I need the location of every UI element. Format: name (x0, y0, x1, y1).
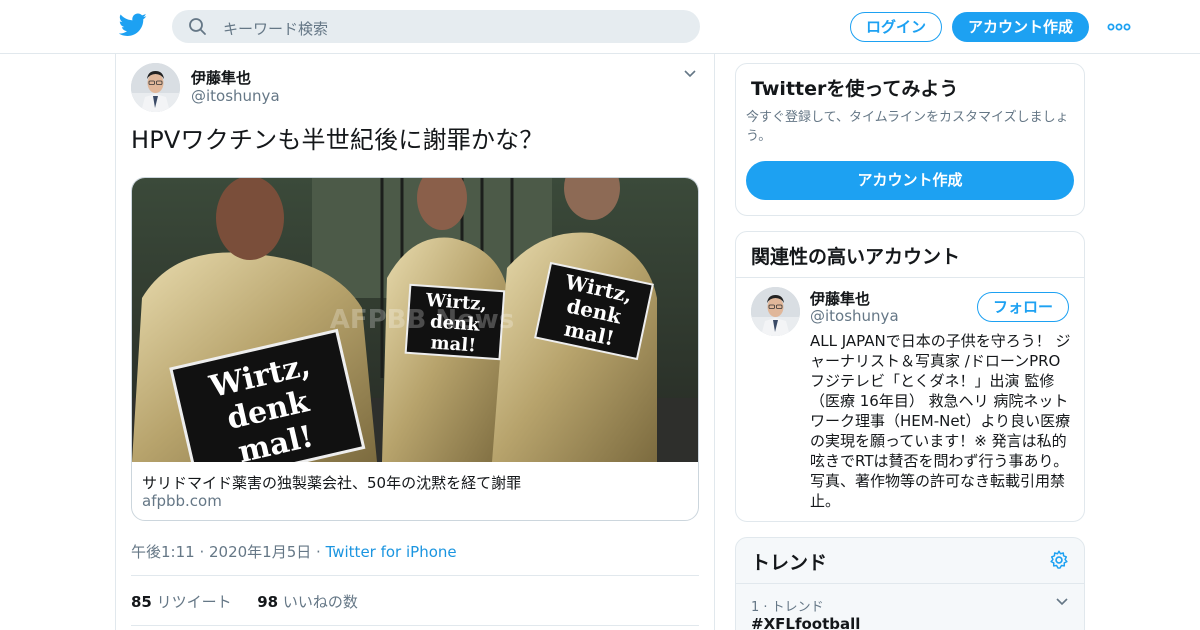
avatar-image (751, 287, 800, 336)
twitter-bird-icon[interactable] (119, 13, 147, 37)
avatar[interactable] (751, 287, 800, 336)
svg-text:AFPBB News: AFPBB News (330, 305, 515, 335)
login-button[interactable]: ログイン (850, 12, 942, 42)
account-bio: ALL JAPANで日本の子供を守ろう！ ジャーナリスト＆写真家 /ドローンPR… (810, 332, 1071, 510)
tweet-author-handle[interactable]: @itoshunya (191, 87, 280, 105)
likes-count[interactable]: 98 (257, 593, 278, 611)
related-title: 関連性の高いアカウント (751, 246, 961, 268)
avatar-image (131, 63, 180, 112)
chevron-down-icon[interactable] (682, 68, 698, 80)
more-dots-icon[interactable] (1106, 18, 1132, 36)
tweet-column: 伊藤隼也 @itoshunya HPVワクチンも半世紀後に謝罪かな？ Wirtz… (115, 54, 715, 630)
retweets-count[interactable]: 85 (131, 593, 152, 611)
tweet-source-link[interactable]: Twitter for iPhone (326, 543, 457, 561)
tweet-metadata: 午後1:11 · 2020年1月5日 · Twitter for iPhone (131, 541, 457, 562)
trends-title: トレンド (751, 552, 828, 574)
signup-promo-panel: Twitterを使ってみよう 今すぐ登録して、タイムラインをカスタマイズしましょ… (735, 63, 1085, 216)
create-account-button[interactable]: アカウント作成 (746, 161, 1074, 200)
svg-text:mal!: mal! (430, 332, 477, 356)
follow-button[interactable]: フォロー (977, 292, 1069, 322)
meta-separator: · (311, 543, 326, 561)
divider (736, 277, 1084, 278)
divider (131, 575, 699, 576)
trend-rank: 1 · トレンド (751, 600, 824, 615)
trends-panel: トレンド 1 · トレンド #XFLfootball (735, 537, 1085, 630)
card-domain: afpbb.com (142, 492, 222, 510)
search-icon (189, 18, 206, 35)
likes-label[interactable]: いいねの数 (283, 593, 358, 611)
search-bar[interactable]: キーワード検索 (172, 10, 700, 43)
account-name[interactable]: 伊藤隼也 (810, 288, 870, 309)
promo-subtitle: 今すぐ登録して、タイムラインをカスタマイズしましょう。 (746, 110, 1069, 144)
card-title[interactable]: サリドマイド薬害の独製薬会社、50年の沈黙を経て謝罪 (142, 472, 521, 493)
signup-button[interactable]: アカウント作成 (952, 12, 1089, 42)
divider (131, 625, 699, 626)
divider (736, 583, 1084, 584)
avatar[interactable] (131, 63, 180, 112)
tweet-timestamp[interactable]: 午後1:11 · 2020年1月5日 (131, 543, 311, 561)
top-navigation-bar: キーワード検索 ログイン アカウント作成 (0, 0, 1200, 54)
link-card[interactable]: Wirtz, denk mal! Wirtz, denk mal! Wirtz,… (131, 177, 699, 521)
chevron-down-icon[interactable] (1054, 596, 1070, 608)
search-input[interactable]: キーワード検索 (223, 18, 328, 39)
trend-item[interactable]: #XFLfootball (751, 615, 860, 630)
tweet-text: HPVワクチンも半世紀後に謝罪かな？ (131, 126, 544, 154)
related-accounts-panel: 関連性の高いアカウント 伊藤隼也 @itoshunya フォロー ALL JAP… (735, 231, 1085, 522)
promo-title: Twitterを使ってみよう (751, 78, 959, 100)
tweet-stats: 85 リツイート 98 いいねの数 (131, 591, 358, 612)
retweets-label[interactable]: リツイート (157, 593, 232, 611)
tweet-author-name[interactable]: 伊藤隼也 (191, 67, 251, 88)
account-handle[interactable]: @itoshunya (810, 307, 899, 325)
card-image[interactable]: Wirtz, denk mal! Wirtz, denk mal! Wirtz,… (132, 178, 699, 462)
gear-icon[interactable] (1048, 549, 1070, 571)
